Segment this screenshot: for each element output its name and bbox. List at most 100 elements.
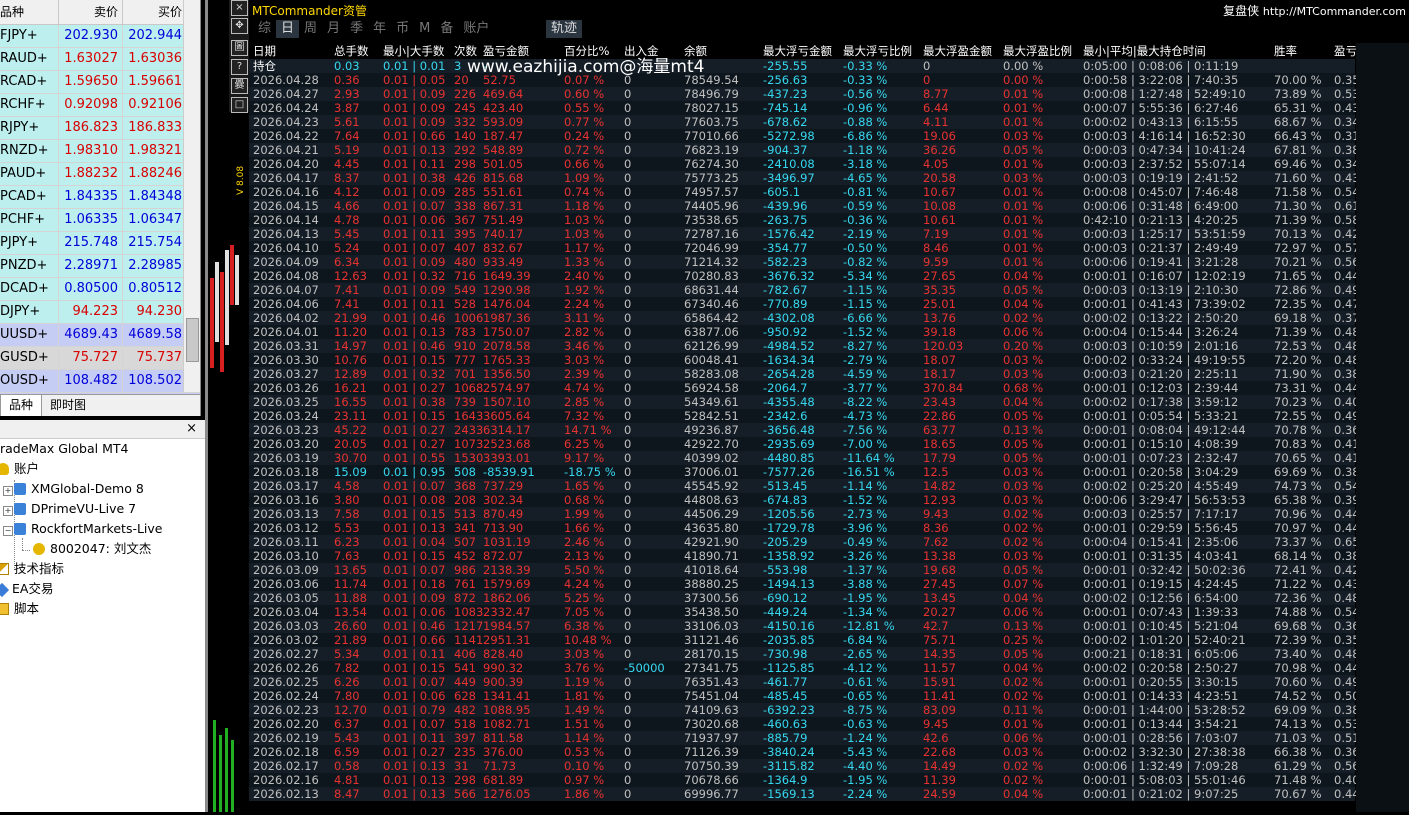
table-row[interactable]: 2026.03.05 11.88 0.01 | 0.09 872 1862.06 5.25… [249, 591, 1360, 605]
column-header[interactable]: 最大浮亏比例 [843, 44, 912, 58]
table-row[interactable]: 2026.04.27 2.93 0.01 | 0.09 226 469.64 0.60 %… [249, 87, 1360, 101]
quote-row[interactable]: UUSD+ 4689.43 4689.58 [0, 324, 200, 347]
help-icon[interactable]: ? [231, 59, 248, 75]
nav-item-terminal[interactable]: radeMax Global MT4 [0, 439, 128, 459]
table-row[interactable]: 2026.03.23 45.22 0.01 | 0.27 2433 6314.17 14.… [249, 423, 1360, 437]
column-header[interactable]: 日期 [253, 44, 276, 58]
table-row[interactable]: 2026.04.01 11.20 0.01 | 0.13 783 1750.07 2.82… [249, 325, 1360, 339]
window-icon[interactable]: □ [231, 97, 248, 113]
table-row[interactable]: 2026.04.28 0.36 0.01 | 0.05 20 52.75 0.07 % 0 7… [249, 73, 1360, 87]
table-row[interactable]: 2026.02.19 5.43 0.01 | 0.11 397 811.58 1.14 %… [249, 731, 1360, 745]
table-row[interactable]: 2026.04.08 12.63 0.01 | 0.32 716 1649.39 2.40… [249, 269, 1360, 283]
table-row[interactable]: 2026.04.20 4.45 0.01 | 0.11 298 501.05 0.66 %… [249, 157, 1360, 171]
tab-period[interactable]: M [414, 20, 435, 38]
table-row[interactable]: 2026.03.17 4.58 0.01 | 0.07 368 737.29 1.65 %… [249, 479, 1360, 493]
tab-symbols[interactable]: 品种 [0, 395, 43, 416]
table-row[interactable]: 2026.04.07 7.41 0.01 | 0.09 549 1290.98 1.92 … [249, 283, 1360, 297]
table-row[interactable]: 2026.04.15 4.66 0.01 | 0.07 338 867.31 1.18 %… [249, 199, 1360, 213]
nav-item-accounts[interactable]: 账户 [0, 459, 39, 479]
quote-row[interactable]: RAUD+ 1.63027 1.63036 [0, 48, 200, 71]
quote-row[interactable]: RJPY+ 186.823 186.833 [0, 117, 200, 140]
quote-row[interactable]: PCAD+ 1.84335 1.84348 [0, 186, 200, 209]
column-header[interactable]: 最小|平均|最大持仓时间 [1083, 44, 1206, 58]
table-row[interactable]: 2026.02.20 6.37 0.01 | 0.07 518 1082.71 1.51 … [249, 717, 1360, 731]
quote-row[interactable]: PNZD+ 2.28971 2.28985 [0, 255, 200, 278]
chart-window-strip[interactable]: V 8.08 [205, 0, 249, 812]
quote-row[interactable]: PJPY+ 215.748 215.754 [0, 232, 200, 255]
table-row[interactable]: 2026.04.13 5.45 0.01 | 0.11 395 740.17 1.03 %… [249, 227, 1360, 241]
table-row[interactable]: 2026.03.20 20.05 0.01 | 0.27 1073 2523.68 6.2… [249, 437, 1360, 451]
table-row[interactable]: 2026.03.27 12.89 0.01 | 0.32 701 1356.50 2.39… [249, 367, 1360, 381]
expand-icon[interactable]: + [3, 486, 13, 496]
table-row[interactable]: 2026.02.13 8.47 0.01 | 0.13 566 1276.05 1.86 … [249, 787, 1360, 801]
table-row[interactable]: 2026.02.17 0.58 0.01 | 0.13 31 71.73 0.10 % 0 7… [249, 759, 1360, 773]
column-header[interactable]: 最小|大手数 [383, 44, 444, 58]
table-row[interactable]: 2026.02.16 4.81 0.01 | 0.13 298 681.89 0.97 %… [249, 773, 1360, 787]
table-row[interactable]: 2026.02.24 7.80 0.01 | 0.06 628 1341.41 1.81 … [249, 689, 1360, 703]
table-row[interactable]: 2026.03.09 13.65 0.01 | 0.07 986 2138.39 5.50… [249, 563, 1360, 577]
tab-period[interactable]: 日 [276, 20, 300, 38]
table-row[interactable]: 2026.04.06 7.41 0.01 | 0.11 528 1476.04 2.24 … [249, 297, 1360, 311]
tab-period[interactable]: 年 [368, 20, 391, 38]
tab-tick-chart[interactable]: 即时图 [42, 395, 94, 416]
table-row[interactable]: 2026.03.16 3.80 0.01 | 0.08 208 302.34 0.68 %… [249, 493, 1360, 507]
quote-row[interactable]: DJPY+ 94.223 94.230 [0, 301, 200, 324]
market-watch-scrollbar[interactable] [183, 0, 200, 392]
table-row[interactable]: 2026.04.14 4.78 0.01 | 0.06 367 751.49 1.03 %… [249, 213, 1360, 227]
nav-item-account-user[interactable]: 8002047: 刘文杰 [33, 539, 151, 559]
column-ask[interactable]: 买价 [122, 0, 186, 24]
scrollbar-thumb[interactable] [186, 318, 199, 362]
nav-item-scripts[interactable]: 脚本 [0, 599, 39, 619]
quote-row[interactable]: PCHF+ 1.06335 1.06347 [0, 209, 200, 232]
tab-period[interactable]: 账户 [458, 20, 494, 38]
nav-item-server-rockfort[interactable]: RockfortMarkets-Live [14, 519, 163, 539]
table-row[interactable]: 2026.03.12 5.53 0.01 | 0.13 341 713.90 1.66 %… [249, 521, 1360, 535]
table-row[interactable]: 2026.03.03 26.60 0.01 | 0.46 1217 1984.57 6.3… [249, 619, 1360, 633]
table-row[interactable]: 2026.02.18 6.59 0.01 | 0.27 235 376.00 0.53 %… [249, 745, 1360, 759]
table-row[interactable]: 2026.02.23 12.70 0.01 | 0.79 482 1088.95 1.49… [249, 703, 1360, 717]
tab-period[interactable]: 月 [322, 20, 345, 38]
track-button[interactable]: 轨迹 [546, 20, 582, 38]
close-icon[interactable]: × [186, 420, 197, 438]
table-row[interactable]: 2026.03.18 15.09 0.01 | 0.95 508 -8539.91 -18… [249, 465, 1360, 479]
table-row[interactable]: 2026.03.13 7.58 0.01 | 0.15 513 870.49 1.99 %… [249, 507, 1360, 521]
expand-icon[interactable]: + [3, 506, 13, 516]
table-row[interactable]: 2026.04.23 5.61 0.01 | 0.09 332 593.09 0.77 %… [249, 115, 1360, 129]
column-bid[interactable]: 卖价 [58, 0, 122, 24]
table-row[interactable]: 2026.04.17 8.37 0.01 | 0.38 426 815.68 1.09 %… [249, 171, 1360, 185]
nav-item-server-xmglobal[interactable]: XMGlobal-Demo 8 [14, 479, 144, 499]
tab-period[interactable]: 季 [345, 20, 368, 38]
quote-row[interactable]: GUSD+ 75.727 75.737 [0, 347, 200, 370]
tab-period[interactable]: 周 [299, 20, 322, 38]
settings-icon[interactable]: 爨 [231, 78, 248, 94]
tab-period[interactable]: 综 [253, 20, 276, 38]
table-row[interactable]: 2026.03.19 30.70 0.01 | 0.55 1530 3393.01 9.1… [249, 451, 1360, 465]
quote-row[interactable]: DCAD+ 0.80500 0.80512 [0, 278, 200, 301]
table-row[interactable]: 2026.04.21 5.19 0.01 | 0.13 292 548.89 0.72 %… [249, 143, 1360, 157]
table-row[interactable]: 2026.03.26 16.21 0.01 | 0.27 1068 2574.97 4.7… [249, 381, 1360, 395]
tab-period[interactable]: 备 [435, 20, 458, 38]
quote-row[interactable]: OUSD+ 108.482 108.502 [0, 370, 200, 393]
table-row[interactable]: 2026.03.10 7.63 0.01 | 0.15 452 872.07 2.13 %… [249, 549, 1360, 563]
close-button[interactable]: × [231, 0, 248, 16]
table-row[interactable]: 2026.04.10 5.24 0.01 | 0.07 407 832.67 1.17 %… [249, 241, 1360, 255]
table-row[interactable]: 2026.03.06 11.74 0.01 | 0.18 761 1579.69 4.24… [249, 577, 1360, 591]
column-header[interactable]: 胜率 [1274, 44, 1297, 58]
collapse-icon[interactable]: − [3, 526, 13, 536]
quote-row[interactable]: RNZD+ 1.98310 1.98321 [0, 140, 200, 163]
move-icon[interactable]: ✥ [231, 18, 248, 34]
quote-row[interactable]: PAUD+ 1.88232 1.88246 [0, 163, 200, 186]
table-row[interactable]: 2026.03.25 16.55 0.01 | 0.38 739 1507.10 2.85… [249, 395, 1360, 409]
column-header[interactable]: 最大浮盈金额 [923, 44, 992, 58]
table-row[interactable]: 2026.04.02 21.99 0.01 | 0.46 1006 1987.36 3.1… [249, 311, 1360, 325]
chart-icon[interactable]: 圖 [231, 40, 248, 56]
column-header[interactable]: 最大浮亏金额 [763, 44, 832, 58]
table-row[interactable]: 2026.03.31 14.97 0.01 | 0.46 910 2078.58 3.46… [249, 339, 1360, 353]
column-header[interactable]: 最大浮盈比例 [1003, 44, 1072, 58]
tab-period[interactable]: 币 [391, 20, 414, 38]
table-row[interactable]: 2026.03.11 6.23 0.01 | 0.04 507 1031.19 2.46 … [249, 535, 1360, 549]
table-row[interactable]: 2026.03.30 10.76 0.01 | 0.15 777 1765.33 3.03… [249, 353, 1360, 367]
brand-link[interactable]: 复盘侠 http://MTCommander.com [1223, 2, 1406, 19]
table-row[interactable]: 2026.04.22 7.64 0.01 | 0.66 140 187.47 0.24 %… [249, 129, 1360, 143]
table-row[interactable]: 2026.03.24 23.11 0.01 | 0.15 1643 3605.64 7.3… [249, 409, 1360, 423]
